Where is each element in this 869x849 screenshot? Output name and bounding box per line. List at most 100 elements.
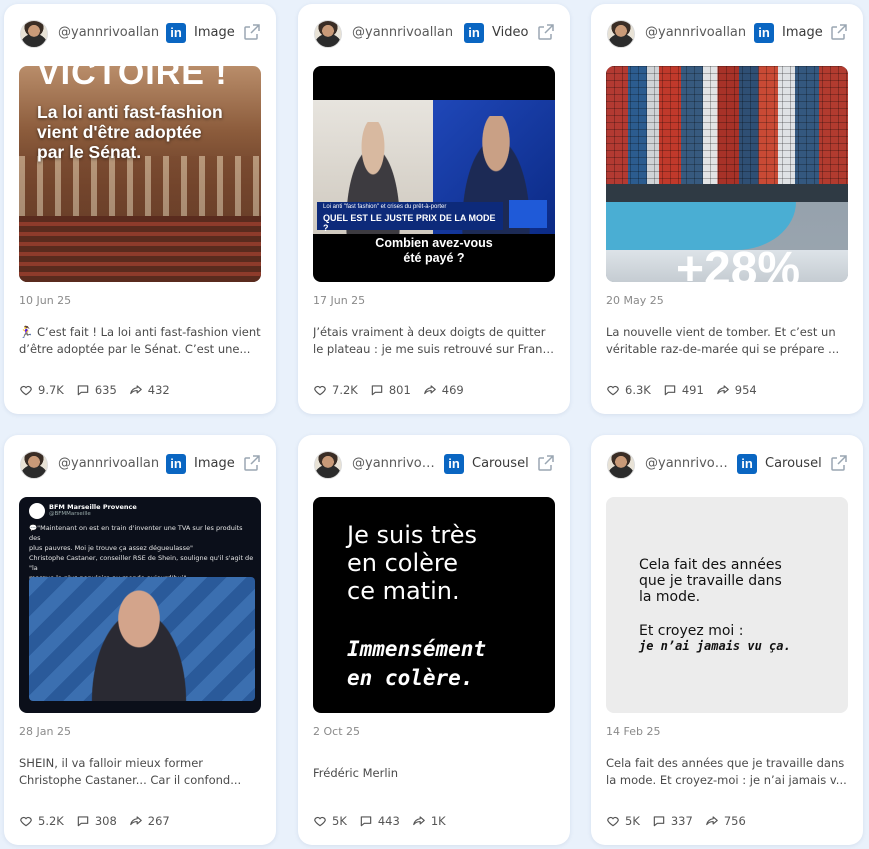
likes-stat: 6.3K [606,383,651,397]
posts-grid: @yannrivoallan in Image VICTOIRE ! La lo… [0,0,869,849]
likes-stat: 5K [606,814,640,828]
source-logo [29,503,45,519]
author-handle[interactable]: @yannrivoallan [352,25,456,40]
post-card[interactable]: @yannrivoallan in Image BFM Marseille Pr… [4,435,276,845]
likes-stat: 9.7K [19,383,64,397]
external-link-icon[interactable] [242,22,262,42]
external-link-icon[interactable] [536,22,556,42]
share-icon [129,385,142,395]
post-image[interactable]: VICTOIRE ! La loi anti fast-fashion vien… [19,66,261,282]
comments-stat: 635 [76,383,117,397]
share-icon [716,385,729,395]
video-banner: Loi anti "fast fashion" et crises du prê… [317,202,503,233]
post-card[interactable]: @yannrivoallan in Image VICTOIRE ! La lo… [4,4,276,414]
media-type-label: Image [782,25,823,40]
share-icon [412,816,425,826]
post-stats: 7.2K 801 469 [313,380,476,400]
heart-icon [607,385,619,396]
comment-icon [371,385,383,396]
comments-stat: 491 [663,383,704,397]
post-date: 20 May 25 [606,294,664,307]
avatar[interactable] [314,20,342,48]
linkedin-icon: in [444,454,464,474]
post-date: 28 Jan 25 [19,725,71,738]
avatar[interactable] [20,451,48,479]
shares-stat: 954 [716,383,757,397]
image-headline: VICTOIRE ! [37,66,228,92]
post-stats: 5K 443 1K [313,811,458,831]
author-handle[interactable]: @yannrivoallan [645,25,749,40]
heart-icon [314,385,326,396]
author-handle[interactable]: @yannrivoallan [352,456,436,471]
card-header: @yannrivoallan in Video [298,4,570,66]
post-card[interactable]: @yannrivoallan in Carousel Je suis très … [298,435,570,845]
post-stats: 5.2K 308 267 [19,811,182,831]
comment-icon [664,385,676,396]
post-card[interactable]: @yannrivoallan in Image +28% 20 May 25 L… [591,4,863,414]
carousel-text: Cela fait des années que je travaille da… [639,557,782,605]
post-carousel[interactable]: Cela fait des années que je travaille da… [606,497,848,713]
heart-icon [314,816,326,827]
author-handle[interactable]: @yannrivoallan [58,456,162,471]
heart-icon [20,385,32,396]
author-handle[interactable]: @yannrivoallan [58,25,162,40]
carousel-text-2: Et croyez moi : [639,623,744,639]
post-stats: 6.3K 491 954 [606,380,769,400]
shares-stat: 432 [129,383,170,397]
linkedin-icon: in [166,23,186,43]
post-card[interactable]: @yannrivoallan in Video Loi anti "fast f… [298,4,570,414]
post-date: 14 Feb 25 [606,725,661,738]
likes-stat: 7.2K [313,383,358,397]
avatar[interactable] [607,20,635,48]
post-carousel[interactable]: Je suis très en colère ce matin. Immensé… [313,497,555,713]
external-link-icon[interactable] [829,22,849,42]
comments-stat: 308 [76,814,117,828]
video-caption: Combien avez-vous été payé ? [375,236,493,265]
linkedin-icon: in [464,23,484,43]
heart-icon [20,816,32,827]
post-excerpt: 🏃‍♀️ C’est fait ! La loi anti fast-fashi… [19,325,261,356]
post-date: 10 Jun 25 [19,294,72,307]
image-headline: +28% [676,243,801,282]
post-card[interactable]: @yannrivoallan in Carousel Cela fait des… [591,435,863,845]
comments-stat: 801 [370,383,411,397]
card-header: @yannrivoallan in Image [4,435,276,497]
post-excerpt: Frédéric Merlin [313,766,399,780]
carousel-text: Je suis très en colère ce matin. [347,521,478,605]
post-excerpt: SHEIN, il va falloir mieux former Christ… [19,756,242,787]
post-excerpt: Cela fait des années que je travaille da… [606,756,847,787]
card-header: @yannrivoallan in Image [591,4,863,66]
card-header: @yannrivoallan in Image [4,4,276,66]
post-excerpt: J’étais vraiment à deux doigts de quitte… [313,325,557,356]
linkedin-icon: in [737,454,757,474]
post-image[interactable]: BFM Marseille Provence @BFMMarseille 💬"M… [19,497,261,713]
post-stats: 5K 337 756 [606,811,758,831]
share-icon [705,816,718,826]
post-date: 17 Jun 25 [313,294,366,307]
heart-icon [607,816,619,827]
post-excerpt: La nouvelle vient de tomber. Et c’est un… [606,325,840,356]
external-link-icon[interactable] [829,453,849,473]
channel-logo [509,200,547,228]
external-link-icon[interactable] [242,453,262,473]
post-video[interactable]: Loi anti "fast fashion" et crises du prê… [313,66,555,282]
likes-stat: 5.2K [19,814,64,828]
avatar[interactable] [607,451,635,479]
comment-icon [360,816,372,827]
shares-stat: 267 [129,814,170,828]
linkedin-icon: in [166,454,186,474]
media-type-label: Image [194,456,235,471]
media-type-label: Image [194,25,235,40]
carousel-emphasis: Immensément en colère. [347,637,487,690]
shares-stat: 1K [412,814,446,828]
post-image[interactable]: +28% [606,66,848,282]
tweet-photo [29,577,255,701]
carousel-emphasis: je n’ai jamais vu ça. [639,639,791,653]
likes-stat: 5K [313,814,347,828]
author-handle[interactable]: @yannrivoallan [645,456,729,471]
card-header: @yannrivoallan in Carousel [298,435,570,497]
external-link-icon[interactable] [536,453,556,473]
comments-stat: 443 [359,814,400,828]
avatar[interactable] [314,451,342,479]
avatar[interactable] [20,20,48,48]
